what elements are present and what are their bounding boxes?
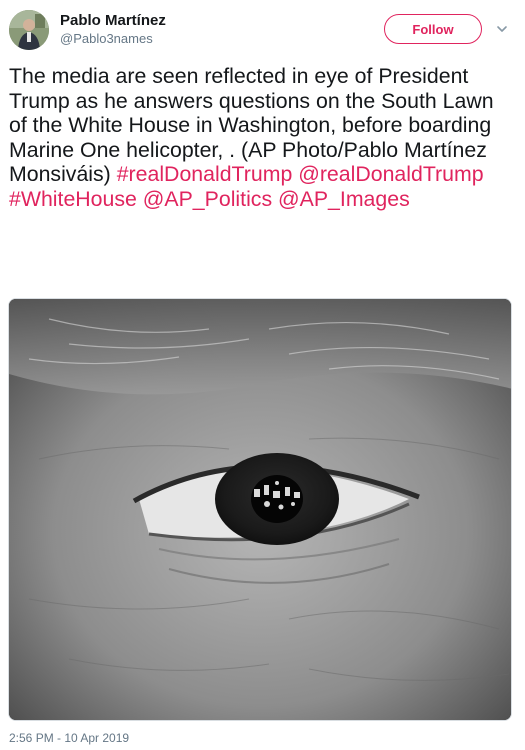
hashtag-link[interactable]: #WhiteHouse [9,187,137,211]
tweet-body-text [484,162,496,186]
mention-link[interactable]: @AP_Politics [143,187,272,211]
author-name[interactable]: Pablo Martínez [60,12,166,30]
chevron-down-icon[interactable] [495,22,509,36]
hashtag-link[interactable]: #realDonaldTrump [117,162,293,186]
mention-link[interactable]: @realDonaldTrump [298,162,483,186]
tweet-timestamp[interactable]: 2:56 PM - 10 Apr 2019 [9,731,129,745]
follow-button[interactable]: Follow [384,14,482,44]
mention-link[interactable]: @AP_Images [278,187,410,211]
tweet-header: Pablo Martínez @Pablo3names Follow [0,0,525,62]
author-handle[interactable]: @Pablo3names [60,31,153,47]
eye-photo [9,299,511,720]
tweet-text: The media are seen reflected in eye of P… [9,64,514,212]
tweet-photo[interactable] [8,298,512,721]
avatar-photo [9,10,49,50]
avatar[interactable] [9,10,49,50]
